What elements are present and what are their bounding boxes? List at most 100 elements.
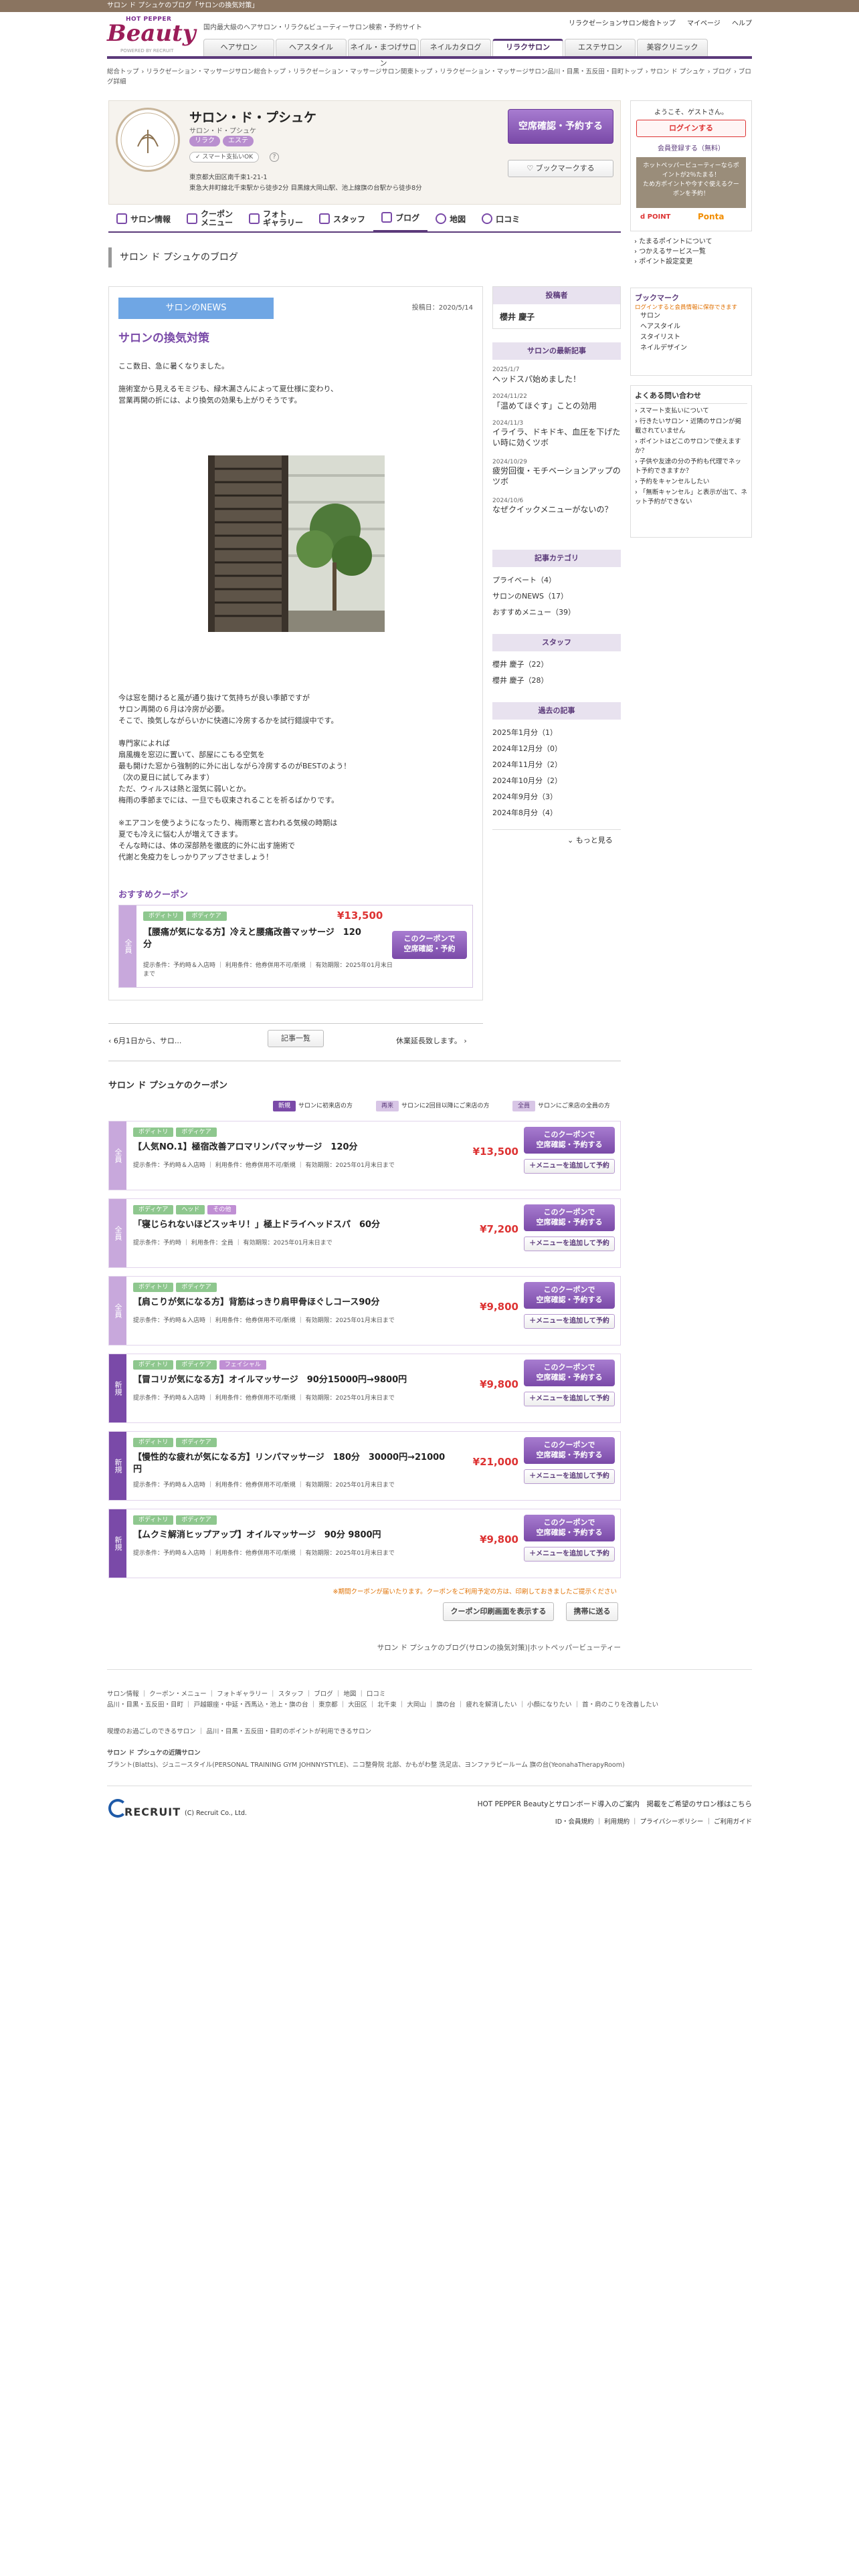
crumb-salon[interactable]: サロン ド プシュケ xyxy=(650,68,705,76)
tab-photo[interactable]: フォト ギャラリー xyxy=(241,205,311,233)
footer-policy-link[interactable]: ID・会員規約 xyxy=(555,1818,594,1826)
crumb-area[interactable]: リラクゼーション・マッサージサロン品川・目黒・五反田・目町トップ xyxy=(440,68,643,76)
footer-area-link[interactable]: 大岡山 xyxy=(407,1701,426,1709)
tab-staff[interactable]: スタッフ xyxy=(311,205,373,233)
category-item[interactable]: サロンのNEWS（17） xyxy=(492,588,621,605)
coupon-reserve-button[interactable]: このクーポンで 空席確認・予約する xyxy=(524,1127,615,1154)
archive-item[interactable]: 2024年10月分（2） xyxy=(492,773,621,789)
footer-link[interactable]: サロン情報 xyxy=(107,1691,139,1698)
crumb-blog[interactable]: ブログ xyxy=(712,68,732,76)
gnav-hair-salon[interactable]: ヘアサロン xyxy=(203,39,274,56)
send-mobile-button[interactable]: 携帯に送る xyxy=(566,1602,618,1621)
bookmark-item[interactable]: ヘアスタイル xyxy=(635,322,747,332)
footer-partner-link[interactable]: HOT PEPPER Beautyとサロンボード導入のご案内 掲載をご希望のサロ… xyxy=(401,1799,752,1809)
crumb-relax-top[interactable]: リラクゼーション・マッサージサロン総合トップ xyxy=(146,68,286,76)
faq-item[interactable]: › ポイントはどこのサロンで使えますか？ xyxy=(635,437,747,456)
footer-link[interactable]: 喫煙のお過ごしのできるサロン xyxy=(107,1728,196,1735)
footer-policy-link[interactable]: プライバシーポリシー xyxy=(640,1818,704,1826)
latest-item[interactable]: 2025/1/7 ヘッドスパ始めました！ xyxy=(492,366,621,393)
coupon-reserve-button[interactable]: このクーポンで 空席確認・予約する xyxy=(524,1204,615,1231)
bookmark-item[interactable]: スタイリスト xyxy=(635,332,747,343)
tab-salon-info[interactable]: サロン情報 xyxy=(108,205,179,233)
faq-item[interactable]: › 行きたいサロン・近隣のサロンが掲載されていません xyxy=(635,417,747,436)
blog-category-badge[interactable]: サロンのNEWS xyxy=(118,298,274,319)
coupon-reserve-button[interactable]: このクーポンで 空席確認・予約する xyxy=(524,1360,615,1386)
footer-link[interactable]: 口コミ xyxy=(367,1691,386,1698)
bookmark-item[interactable]: サロン xyxy=(635,311,747,322)
tab-review[interactable]: 口コミ xyxy=(474,205,528,233)
login-button[interactable]: ログインする xyxy=(636,120,746,137)
coupon-reserve-button[interactable]: このクーポンで 空席確認・予約する xyxy=(524,1282,615,1309)
archive-item[interactable]: 2024年9月分（3） xyxy=(492,789,621,805)
coupon-add-menu-button[interactable]: ＋メニューを追加して予約 xyxy=(524,1469,615,1484)
recruit-logo[interactable]: RECRUIT xyxy=(124,1806,181,1818)
coupon-title[interactable]: 【ムクミ解消ヒップアップ】オイルマッサージ 90分 9800円 xyxy=(133,1529,448,1541)
latest-item[interactable]: 2024/10/29 疲労回復・モチベーションアップのツボ xyxy=(492,459,621,498)
coupon-add-menu-button[interactable]: ＋メニューを追加して予約 xyxy=(524,1237,615,1251)
faq-item[interactable]: › 予約をキャンセルしたい xyxy=(635,477,747,487)
latest-item[interactable]: 2024/10/6 なぜクイックメニューがないの？ xyxy=(492,498,621,536)
coupon-title[interactable]: 【冒コリが気になる方】オイルマッサージ 90分15000円→9800円 xyxy=(133,1374,448,1386)
site-logo[interactable]: HOT PEPPER Beauty POWERED BY RECRUIT xyxy=(107,16,196,55)
bookmark-button[interactable]: ♡ ブックマークする xyxy=(508,160,613,177)
latest-item[interactable]: 2024/11/3 イライラ、ドキドキ、血圧を下げたい時に効くツボ xyxy=(492,420,621,459)
bookmark-item[interactable]: ネイルデザイン xyxy=(635,343,747,354)
tab-map[interactable]: 地図 xyxy=(427,205,474,233)
footer-area-link[interactable]: 東京都 xyxy=(318,1701,338,1709)
gnav-relax-salon[interactable]: リラクサロン xyxy=(492,39,563,56)
header-link-relax-top[interactable]: リラクゼーションサロン総合トップ xyxy=(569,20,676,27)
footer-area-link[interactable]: 首・肩のこりを改善したい xyxy=(582,1701,658,1709)
gnav-hair-style[interactable]: ヘアスタイル xyxy=(276,39,347,56)
point-link[interactable]: › つかえるサービス一覧 xyxy=(634,247,712,257)
more-link[interactable]: ⌄ もっと見る xyxy=(567,835,613,845)
footer-area-link[interactable]: 大田区 xyxy=(348,1701,367,1709)
tab-blog[interactable]: ブログ xyxy=(373,205,428,233)
category-item[interactable]: おすすめメニュー（39） xyxy=(492,605,621,621)
archive-item[interactable]: 2024年12月分（0） xyxy=(492,741,621,757)
footer-link[interactable]: フォトギャラリー xyxy=(217,1691,268,1698)
footer-area-link[interactable]: 北千束 xyxy=(377,1701,397,1709)
coupon-title[interactable]: 「寝じられないほどスッキリ！」極上ドライヘッドスパ 60分 xyxy=(133,1219,448,1231)
footer-link[interactable]: クーポン・メニュー xyxy=(149,1691,207,1698)
next-article-link[interactable]: 休業延長致します。 › xyxy=(396,1035,467,1046)
staff-item[interactable]: 櫻井 慶子（22） xyxy=(492,657,621,673)
gnav-esthe-salon[interactable]: エステサロン xyxy=(565,39,636,56)
crumb-kanto[interactable]: リラクゼーション・マッサージサロン関東トップ xyxy=(293,68,433,76)
point-promo[interactable]: ホットペッパービューティーならポイントが2％たまる！ ため方ポイントや今すぐ使え… xyxy=(636,157,746,208)
coupon-reserve-button[interactable]: このクーポンで 空席確認・予約する xyxy=(524,1437,615,1464)
latest-item[interactable]: 2024/11/22 「温めてほぐす」ことの効用 xyxy=(492,393,621,420)
author-name[interactable]: 櫻井 慶子 xyxy=(493,304,620,329)
footer-link[interactable]: ブログ xyxy=(314,1691,333,1698)
register-link[interactable]: 会員登録する（無料） xyxy=(631,142,751,152)
crumb-top[interactable]: 総合トップ xyxy=(107,68,139,76)
faq-item[interactable]: › 子供や友達の分の予約も代理でネット予約できますか？ xyxy=(635,457,747,476)
reserve-button[interactable]: 空席確認・予約する xyxy=(508,109,613,144)
archive-item[interactable]: 2024年8月分（4） xyxy=(492,805,621,821)
tab-coupon[interactable]: クーポン メニュー xyxy=(179,205,241,233)
coupon-reserve-button[interactable]: このクーポンで 空席確認・予約する xyxy=(524,1515,615,1541)
point-link[interactable]: › ポイント設定変更 xyxy=(634,257,712,267)
footer-link[interactable]: 地図 xyxy=(343,1691,356,1698)
point-link[interactable]: › たまるポイントについて xyxy=(634,237,712,247)
category-item[interactable]: プライベート（4） xyxy=(492,572,621,588)
recommend-coupon-reserve-button[interactable]: このクーポンで 空席確認・予約 xyxy=(392,931,467,959)
faq-item[interactable]: › 「無断キャンセル」と表示が出て、ネット予約ができない xyxy=(635,488,747,507)
footer-policy-link[interactable]: 利用規約 xyxy=(604,1818,630,1826)
help-icon[interactable]: ? xyxy=(270,152,279,162)
header-link-help[interactable]: ヘルプ xyxy=(732,20,752,27)
footer-link[interactable]: 品川・目黒・五反田・目町のポイントが利用できるサロン xyxy=(206,1728,371,1735)
coupon-title[interactable]: 【腰痛が気になる方】冷えと腰痛改善マッサージ 120分 xyxy=(143,927,364,951)
print-coupon-button[interactable]: クーポン印刷画面を表示する xyxy=(443,1602,554,1621)
article-list-button[interactable]: 記事一覧 xyxy=(268,1030,324,1047)
coupon-add-menu-button[interactable]: ＋メニューを追加して予約 xyxy=(524,1392,615,1406)
footer-area-link[interactable]: 旗の台 xyxy=(436,1701,456,1709)
header-link-mypage[interactable]: マイページ xyxy=(687,20,721,27)
footer-link[interactable]: スタッフ xyxy=(278,1691,304,1698)
footer-area-link[interactable]: 戸越銀座・中延・西馬込・池上・旗の台 xyxy=(194,1701,308,1709)
archive-item[interactable]: 2024年11月分（2） xyxy=(492,757,621,773)
staff-item[interactable]: 櫻井 慶子（28） xyxy=(492,673,621,689)
coupon-add-menu-button[interactable]: ＋メニューを追加して予約 xyxy=(524,1314,615,1329)
coupon-title[interactable]: 【肩こりが気になる方】背筋はっきり肩甲骨ほぐしコース90分 xyxy=(133,1297,448,1309)
footer-policy-link[interactable]: ご利用ガイド xyxy=(714,1818,752,1826)
coupon-title[interactable]: 【慢性的な疲れが気になる方】リンパマッサージ 180分 30000円→21000… xyxy=(133,1452,448,1476)
